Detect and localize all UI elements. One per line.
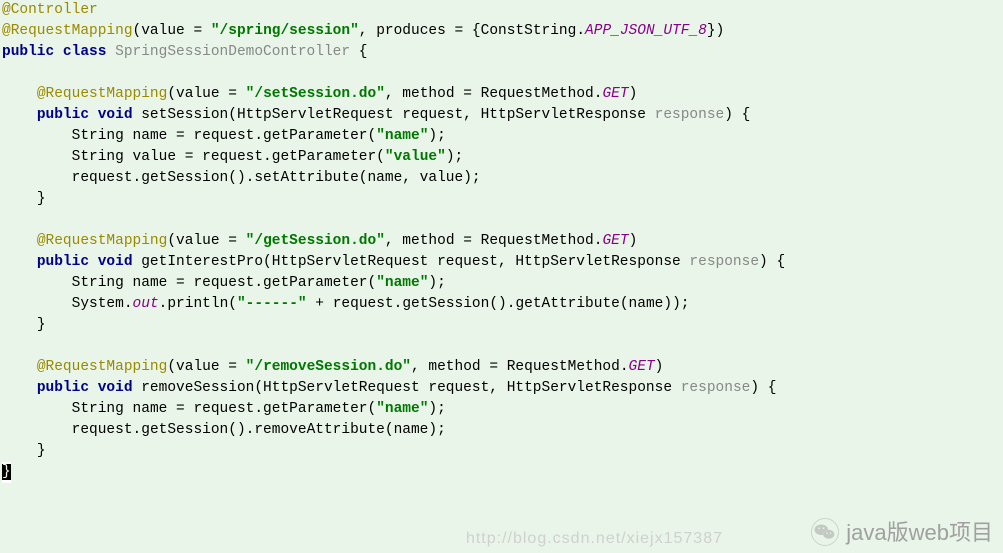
code-text: ); [428, 275, 445, 291]
string-literal: "/getSession.do" [246, 233, 385, 249]
code-text: , method = RequestMethod. [411, 359, 629, 375]
code-text: ) [655, 359, 664, 375]
param-name: response [655, 107, 725, 123]
code-text: ); [428, 401, 445, 417]
code-text: ); [446, 149, 463, 165]
string-literal: "/spring/session" [211, 23, 359, 39]
watermark-text: java版web项目 [846, 522, 993, 543]
code-text: String name = request.getParameter( [72, 128, 377, 144]
caret: } [2, 464, 11, 480]
param-name: response [689, 254, 759, 270]
code-text: String name = request.getParameter( [72, 401, 377, 417]
code-text: String value = request.getParameter( [72, 149, 385, 165]
code-text: ) { [750, 380, 776, 396]
annotation: @RequestMapping [37, 233, 168, 249]
code-text: }) [707, 23, 724, 39]
keyword: public void [37, 254, 133, 270]
static-field: GET [629, 359, 655, 375]
method-signature: getInterestPro(HttpServletRequest reques… [133, 254, 690, 270]
watermark: java版web项目 [810, 517, 993, 547]
code-editor: @Controller @RequestMapping(value = "/sp… [0, 0, 1003, 483]
string-literal: "------" [237, 296, 307, 312]
string-literal: "/setSession.do" [246, 86, 385, 102]
annotation: @RequestMapping [37, 359, 168, 375]
code-text: ) [629, 233, 638, 249]
code-text: String name = request.getParameter( [72, 275, 377, 291]
string-literal: "name" [376, 275, 428, 291]
string-literal: "/removeSession.do" [246, 359, 411, 375]
annotation: @Controller [2, 2, 98, 18]
code-text: ) { [724, 107, 750, 123]
annotation: @RequestMapping [2, 23, 133, 39]
string-literal: "name" [376, 128, 428, 144]
keyword: public void [37, 107, 133, 123]
param-name: response [681, 380, 751, 396]
keyword: public void [37, 380, 133, 396]
code-text: , method = RequestMethod. [385, 86, 603, 102]
code-text: (value = [167, 233, 245, 249]
annotation: @RequestMapping [37, 86, 168, 102]
wechat-icon [810, 517, 840, 547]
string-literal: "name" [376, 401, 428, 417]
method-signature: removeSession(HttpServletRequest request… [133, 380, 681, 396]
brace: } [37, 317, 46, 333]
code-text: (value = [167, 359, 245, 375]
code-text: + request.getSession().getAttribute(name… [307, 296, 690, 312]
caret-line: } [2, 462, 11, 483]
code-text: request.getSession().removeAttribute(nam… [72, 422, 446, 438]
code-text: request.getSession().setAttribute(name, … [72, 170, 481, 186]
code-text: ); [428, 128, 445, 144]
watermark-url: http://blog.csdn.net/xiejx157387 [466, 528, 723, 549]
code-text: ) { [759, 254, 785, 270]
string-literal: "value" [385, 149, 446, 165]
code-text: ) [629, 86, 638, 102]
code-text: (value = [167, 86, 245, 102]
code-text: System. [72, 296, 133, 312]
brace: } [37, 443, 46, 459]
static-field: out [133, 296, 159, 312]
keyword: public class [2, 44, 106, 60]
brace: { [359, 44, 368, 60]
code-text: (value = [133, 23, 211, 39]
static-field: GET [602, 233, 628, 249]
code-text: .println( [159, 296, 237, 312]
static-field: APP_JSON_UTF_8 [585, 23, 707, 39]
static-field: GET [602, 86, 628, 102]
code-text: , produces = {ConstString. [359, 23, 585, 39]
code-text: , method = RequestMethod. [385, 233, 603, 249]
brace: } [37, 191, 46, 207]
method-signature: setSession(HttpServletRequest request, H… [133, 107, 655, 123]
class-name: SpringSessionDemoController [106, 44, 358, 60]
